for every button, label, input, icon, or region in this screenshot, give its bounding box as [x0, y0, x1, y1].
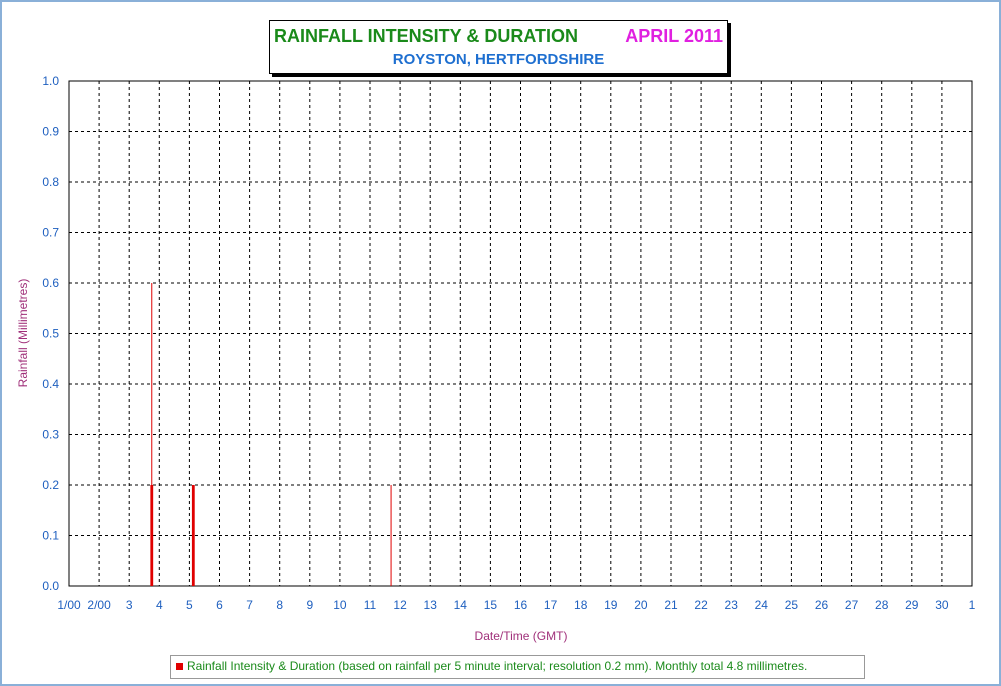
- x-tick-label: 6: [216, 598, 223, 612]
- y-tick-label: 0.8: [42, 175, 59, 189]
- y-tick-label: 0.7: [42, 226, 59, 240]
- chart-title-month: APRIL 2011: [625, 26, 723, 46]
- legend-swatch: [176, 663, 183, 670]
- y-tick-label: 0.0: [42, 579, 59, 593]
- chart-title-box: RAINFALL INTENSITY & DURATION APRIL 2011…: [269, 20, 728, 74]
- grid-lines: [69, 81, 972, 586]
- x-tick-label: 9: [306, 598, 313, 612]
- x-tick-label: 3: [126, 598, 133, 612]
- x-tick-label: 13: [424, 598, 438, 612]
- y-tick-label: 0.4: [42, 377, 59, 391]
- series-bars: [150, 283, 392, 586]
- x-tick-labels: 1/00 2/00 3 4 5 6 7 8 9 10 11 12 13 14 15 16 17 18 19 20 21 2…: [57, 598, 975, 612]
- y-tick-label: 0.9: [42, 125, 59, 139]
- x-tick-label: 22: [694, 598, 708, 612]
- x-tick-label: 16: [514, 598, 528, 612]
- x-axis-title: Date/Time (GMT): [475, 629, 568, 643]
- x-tick-label: 1/00: [57, 598, 81, 612]
- x-tick-label: 29: [905, 598, 919, 612]
- x-tick-label: 20: [634, 598, 648, 612]
- x-tick-label: 8: [276, 598, 283, 612]
- x-tick-label: 5: [186, 598, 193, 612]
- legend: Rainfall Intensity & Duration (based on …: [170, 655, 865, 679]
- chart-svg: 0.0 0.1 0.2 0.3 0.4 0.5 0.6 0.7 0.8 0.9 1.0 1/00 2/…: [16, 74, 976, 643]
- chart-subtitle: ROYSTON, HERTFORDSHIRE: [392, 51, 605, 68]
- y-axis-title: Rainfall (Millimetres): [16, 279, 30, 388]
- x-tick-label: 30: [935, 598, 949, 612]
- x-tick-label: 25: [785, 598, 799, 612]
- x-tick-label: 24: [755, 598, 769, 612]
- x-tick-label: 1: [969, 598, 976, 612]
- x-tick-label: 12: [393, 598, 407, 612]
- y-tick-label: 0.2: [42, 478, 59, 492]
- x-tick-label: 10: [333, 598, 347, 612]
- y-tick-label: 0.5: [42, 327, 59, 341]
- x-tick-label: 17: [544, 598, 558, 612]
- x-tick-label: 18: [574, 598, 588, 612]
- y-tick-labels: 0.0 0.1 0.2 0.3 0.4 0.5 0.6 0.7 0.8 0.9 1.0: [42, 74, 59, 593]
- y-tick-label: 1.0: [42, 74, 59, 88]
- y-tick-label: 0.3: [42, 428, 59, 442]
- x-tick-label: 15: [484, 598, 498, 612]
- x-tick-label: 23: [725, 598, 739, 612]
- x-tick-label: 26: [815, 598, 829, 612]
- y-tick-label: 0.1: [42, 529, 59, 543]
- x-tick-label: 14: [454, 598, 468, 612]
- x-tick-label: 2/00: [87, 598, 111, 612]
- x-tick-label: 4: [156, 598, 163, 612]
- x-tick-label: 11: [364, 598, 377, 612]
- x-tick-label: 21: [664, 598, 678, 612]
- y-tick-label: 0.6: [42, 276, 59, 290]
- x-tick-label: 7: [246, 598, 253, 612]
- legend-entry: Rainfall Intensity & Duration (based on …: [187, 659, 808, 673]
- x-tick-label: 27: [845, 598, 859, 612]
- x-tick-label: 28: [875, 598, 889, 612]
- chart-title: RAINFALL INTENSITY & DURATION: [274, 26, 579, 46]
- x-tick-label: 19: [604, 598, 618, 612]
